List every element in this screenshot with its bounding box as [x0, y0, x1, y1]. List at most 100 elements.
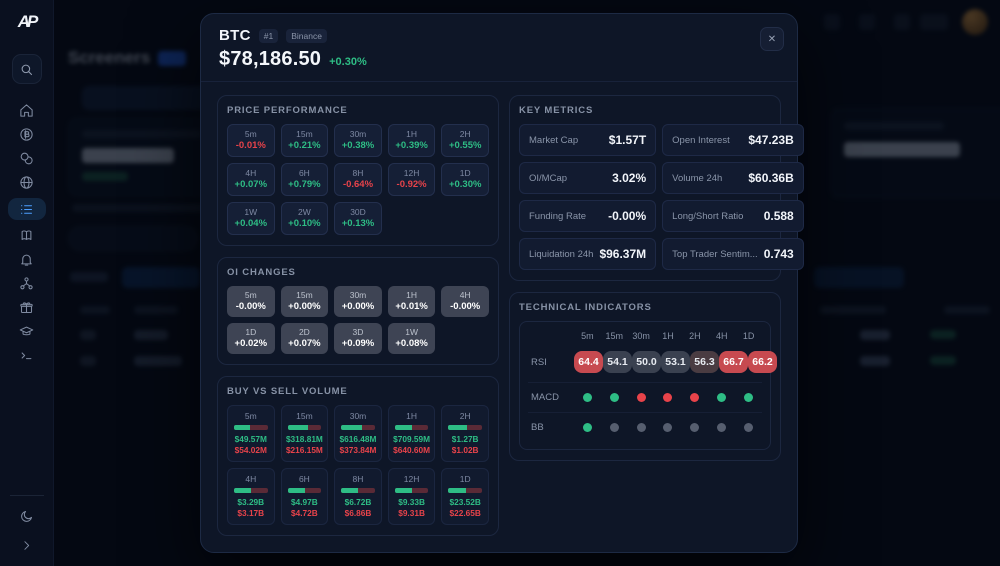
rsi-value: 54.1: [603, 351, 632, 373]
rsi-value: 53.1: [661, 351, 690, 373]
buy-sell-cell: 2H$1.27B$1.02B: [441, 405, 489, 462]
buy-sell-volume-section: BUY VS SELL VOLUME 5m$49.57M$54.02M 15m$…: [217, 376, 499, 536]
price-performance-cell: 30D+0.13%: [334, 202, 382, 235]
section-title: PRICE PERFORMANCE: [227, 105, 489, 116]
section-title: OI CHANGES: [227, 267, 489, 278]
app-logo: AP: [18, 12, 36, 32]
bb-signal-dot: [637, 423, 646, 432]
metric-card: Open Interest$47.23B: [662, 124, 804, 156]
price-performance-cell: 1W+0.04%: [227, 202, 275, 235]
price-performance-cell: 5m-0.01%: [227, 124, 275, 157]
asset-rank-badge: #1: [259, 29, 278, 43]
price-performance-cell: 15m+0.21%: [281, 124, 329, 157]
timeframe-column: 2H: [689, 331, 701, 341]
sidebar-item-screeners[interactable]: [8, 198, 46, 220]
macd-signal-dot: [663, 393, 672, 402]
buy-sell-ratio-bar: [395, 488, 429, 493]
home-icon: [19, 103, 34, 118]
graduation-cap-icon: [19, 324, 34, 339]
price-performance-cell: 4H+0.07%: [227, 163, 275, 196]
bitcoin-icon: [19, 127, 34, 142]
modal-header: BTC #1 Binance $78,186.50 +0.30% ✕: [201, 14, 797, 82]
sidebar-item-coins[interactable]: [8, 126, 46, 143]
org-icon: [19, 276, 34, 291]
buy-sell-cell: 5m$49.57M$54.02M: [227, 405, 275, 462]
price-performance-cell: 1H+0.39%: [388, 124, 436, 157]
oi-change-cell: 1H+0.01%: [388, 286, 436, 317]
buy-sell-ratio-bar: [395, 425, 429, 430]
buy-sell-cell: 12H$9.33B$9.31B: [388, 468, 436, 525]
bb-signal-dot: [690, 423, 699, 432]
macd-signal-dot: [744, 393, 753, 402]
chevron-right-icon: [20, 539, 33, 552]
oi-change-cell: 1D+0.02%: [227, 323, 275, 354]
gift-icon: [19, 300, 34, 315]
section-title: KEY METRICS: [519, 105, 771, 116]
sidebar-item-api[interactable]: [8, 347, 46, 364]
oi-changes-section: OI CHANGES 5m-0.00% 15m+0.00% 30m+0.00% …: [217, 257, 499, 365]
oi-change-cell: 3D+0.09%: [334, 323, 382, 354]
price-performance-cell: 6H+0.79%: [281, 163, 329, 196]
buy-sell-cell: 8H$6.72B$6.86B: [334, 468, 382, 525]
macd-signal-dot: [583, 393, 592, 402]
price-performance-cell: 8H-0.64%: [334, 163, 382, 196]
rsi-value: 50.0: [632, 351, 661, 373]
section-title: TECHNICAL INDICATORS: [519, 302, 771, 313]
technical-indicators-table: 5m 15m 30m 1H 2H 4H 1D RSI 64.4 54.1 50.…: [519, 321, 771, 450]
buy-sell-cell: 6H$4.97B$4.72B: [281, 468, 329, 525]
close-button[interactable]: ✕: [760, 27, 784, 51]
macd-signal-dot: [690, 393, 699, 402]
buy-sell-ratio-bar: [448, 425, 482, 430]
globe-icon: [19, 175, 34, 190]
metric-card: OI/MCap3.02%: [519, 162, 656, 194]
sidebar-collapse-button[interactable]: [8, 537, 46, 554]
coins-icon: [19, 151, 34, 166]
close-icon: ✕: [768, 34, 776, 45]
oi-change-cell: 1W+0.08%: [388, 323, 436, 354]
search-icon: [19, 62, 34, 77]
price-performance-cell: 1D+0.30%: [441, 163, 489, 196]
sidebar-item-markets[interactable]: [8, 150, 46, 167]
key-metrics-section: KEY METRICS Market Cap$1.57T Open Intere…: [509, 95, 781, 281]
theme-toggle[interactable]: [8, 508, 46, 525]
terminal-icon: [19, 348, 34, 363]
bb-signal-dot: [663, 423, 672, 432]
asset-price: $78,186.50: [219, 48, 321, 71]
search-button[interactable]: [12, 54, 42, 84]
buy-sell-ratio-bar: [234, 488, 268, 493]
asset-symbol: BTC: [219, 27, 251, 44]
timeframe-column: 5m: [581, 331, 594, 341]
sidebar-item-docs[interactable]: [8, 227, 46, 244]
oi-change-cell: 4H-0.00%: [441, 286, 489, 317]
moon-icon: [19, 509, 34, 524]
sidebar-item-rewards[interactable]: [8, 299, 46, 316]
timeframe-column: 4H: [716, 331, 728, 341]
sidebar-item-academy[interactable]: [8, 323, 46, 340]
asset-detail-modal: BTC #1 Binance $78,186.50 +0.30% ✕ PRICE…: [200, 13, 798, 553]
oi-change-cell: 2D+0.07%: [281, 323, 329, 354]
rsi-value: 66.2: [748, 351, 777, 373]
section-title: BUY VS SELL VOLUME: [227, 386, 489, 397]
buy-sell-ratio-bar: [341, 425, 375, 430]
sidebar-item-home[interactable]: [8, 102, 46, 119]
buy-sell-cell: 1H$709.59M$640.60M: [388, 405, 436, 462]
sidebar-item-explore[interactable]: [8, 174, 46, 191]
price-performance-cell: 2H+0.55%: [441, 124, 489, 157]
rsi-value: 56.3: [690, 351, 719, 373]
sidebar-divider: [10, 495, 44, 496]
macd-signal-dot: [610, 393, 619, 402]
timeframe-column: 1D: [743, 331, 755, 341]
price-performance-cell: 12H-0.92%: [388, 163, 436, 196]
metric-card: Long/Short Ratio0.588: [662, 200, 804, 232]
bb-row-label: BB: [528, 422, 544, 433]
metric-card: Funding Rate-0.00%: [519, 200, 656, 232]
price-performance-cell: 2W+0.10%: [281, 202, 329, 235]
book-icon: [19, 228, 34, 243]
buy-sell-cell: 30m$616.48M$373.84M: [334, 405, 382, 462]
sidebar-item-network[interactable]: [8, 275, 46, 292]
metric-card: Market Cap$1.57T: [519, 124, 656, 156]
sidebar: AP: [0, 0, 54, 566]
oi-change-cell: 30m+0.00%: [334, 286, 382, 317]
asset-change: +0.30%: [329, 56, 367, 68]
sidebar-item-alerts[interactable]: [8, 251, 46, 268]
